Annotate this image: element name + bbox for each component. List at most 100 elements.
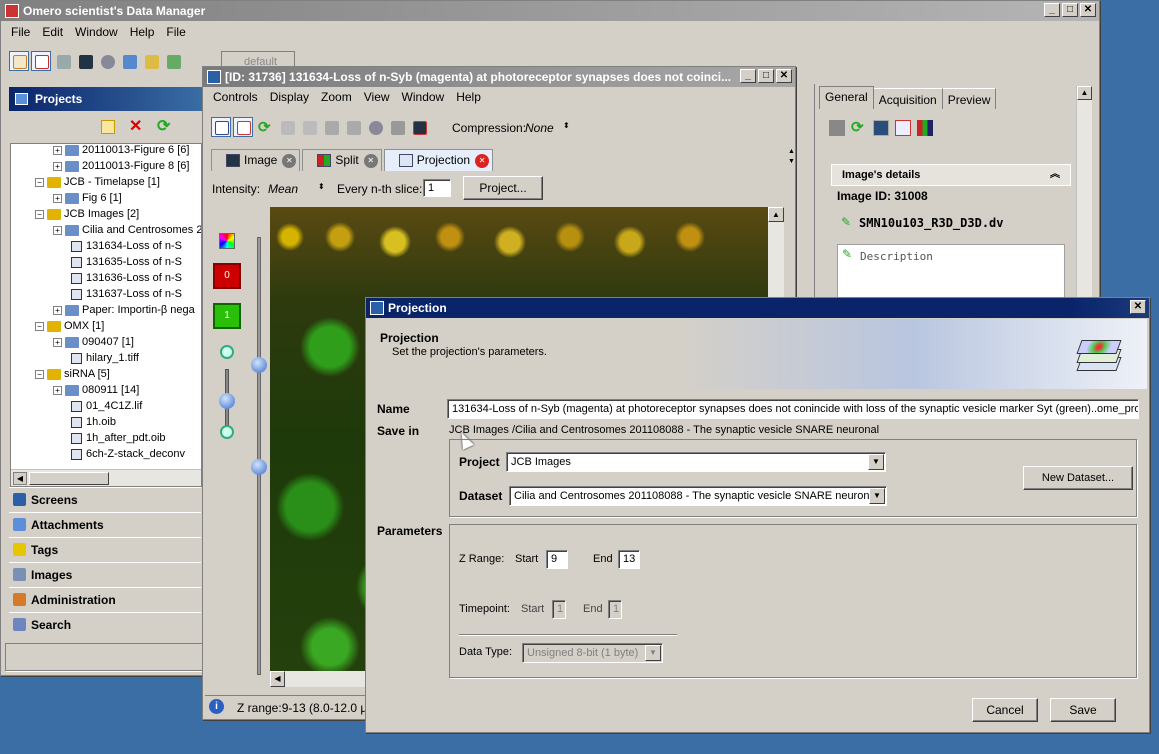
new-dataset-button[interactable]: New Dataset... [1023, 466, 1133, 490]
zoom-slider-thumb[interactable] [219, 393, 235, 409]
paste-icon[interactable] [299, 117, 319, 137]
tree-item-dataset[interactable]: +20110013-Figure 6 [6] [53, 144, 189, 158]
menu-help[interactable]: Help [124, 25, 161, 39]
z-slider[interactable] [257, 237, 261, 675]
close-tab-icon[interactable]: ✕ [475, 154, 490, 168]
tree-hscrollbar[interactable]: ◀ [11, 469, 201, 486]
dataset-select[interactable]: Cilia and Centrosomes 201108088 - The sy… [509, 486, 887, 506]
name-input[interactable]: 131634-Loss of n-Syb (magenta) at photor… [447, 399, 1139, 419]
channels-icon[interactable] [917, 120, 933, 136]
tab-image[interactable]: Image ✕ [211, 149, 301, 171]
metadata-vscrollbar[interactable]: ▲ [1076, 86, 1092, 298]
accordion-administration[interactable]: Administration [9, 587, 201, 611]
hierarchy-icon[interactable] [9, 51, 29, 71]
expand-icon[interactable]: + [53, 337, 62, 347]
collapse-icon[interactable]: − [35, 321, 44, 331]
expand-icon[interactable]: + [53, 225, 62, 235]
menu-window[interactable]: Window [396, 90, 451, 104]
chevron-down-icon[interactable]: ▼ [868, 454, 884, 470]
menu-file[interactable]: File [5, 25, 36, 39]
project-button[interactable]: Project... [463, 176, 543, 200]
import-icon[interactable] [119, 51, 139, 71]
refresh-icon[interactable]: ⟳ [157, 116, 170, 136]
tree-item-image[interactable]: 1h_after_pdt.oib [71, 430, 166, 446]
tree-item-project[interactable]: − OMX [1] [35, 318, 104, 334]
image-details-header[interactable]: Image's details ︽ [831, 164, 1071, 186]
search-icon[interactable] [97, 51, 117, 71]
publish-icon[interactable] [895, 120, 911, 136]
tree-item-image[interactable]: 1h.oib [71, 414, 116, 430]
tree-item-project[interactable]: − JCB - Timelapse [1] [35, 174, 160, 190]
plugin-icon[interactable] [163, 51, 183, 71]
zstart-input[interactable]: 9 [546, 550, 568, 569]
z-slider-top-thumb[interactable] [251, 357, 267, 373]
save-button[interactable]: Save [1050, 698, 1116, 722]
accordion-screens[interactable]: Screens [9, 487, 201, 511]
menu-display[interactable]: Display [264, 90, 315, 104]
menu-controls[interactable]: Controls [207, 90, 264, 104]
tree-item-image[interactable]: 131636-Loss of n-S [71, 270, 182, 286]
scroll-left-icon[interactable]: ◀ [13, 472, 27, 485]
editor-icon[interactable] [233, 117, 253, 137]
compression-select[interactable]: None ⬍ [525, 121, 571, 135]
new-item-icon[interactable] [101, 120, 115, 134]
tab-projection[interactable]: Projection ✕ [383, 149, 494, 171]
collapse-icon[interactable]: − [35, 369, 44, 379]
projects-header[interactable]: Projects [9, 87, 205, 111]
tree-item-dataset[interactable]: +20110013-Figure 8 [6] [53, 158, 189, 174]
maximize-button[interactable]: □ [1062, 3, 1078, 17]
minimize-button[interactable]: _ [1044, 3, 1060, 17]
menu-view[interactable]: View [358, 90, 396, 104]
close-tab-icon[interactable]: ✕ [282, 154, 297, 168]
dialog-titlebar[interactable]: Projection ✕ [366, 298, 1149, 318]
description-box[interactable]: ✎ Description [837, 244, 1065, 298]
collapse-icon[interactable]: − [35, 209, 44, 219]
tree-scroll-thumb[interactable] [29, 472, 109, 485]
cancel-button[interactable]: Cancel [972, 698, 1038, 722]
chevron-down-icon[interactable]: ▼ [869, 488, 885, 504]
tree-item-dataset[interactable]: +090407 [1] [53, 334, 134, 350]
collapse-icon[interactable]: ︽ [1050, 165, 1060, 185]
tab-general[interactable]: General [819, 86, 874, 109]
main-titlebar[interactable]: Omero scientist's Data Manager _ □ ✕ [1, 1, 1099, 21]
scroll-up-icon[interactable]: ▲ [768, 207, 784, 222]
tab-split[interactable]: Split ✕ [302, 149, 382, 171]
viewer-icon[interactable] [75, 51, 95, 71]
menu-help[interactable]: Help [450, 90, 487, 104]
tree-item-image[interactable]: 6ch-Z-stack_deconv [71, 446, 185, 462]
tree-item-image[interactable]: hilary_1.tiff [71, 350, 139, 366]
grid-icon[interactable] [53, 51, 73, 71]
measure-icon[interactable] [387, 117, 407, 137]
tree-item-dataset[interactable]: + Cilia and Centrosomes 2 [53, 222, 201, 238]
snapshot-icon[interactable] [343, 117, 363, 137]
scroll-up-icon[interactable]: ▲ [1077, 86, 1092, 100]
accordion-images[interactable]: Images [9, 562, 201, 586]
tree-item-image[interactable]: 131635-Loss of n-S [71, 254, 182, 270]
delete-icon[interactable]: ✕ [129, 116, 142, 136]
color-picker-icon[interactable] [219, 233, 235, 249]
browser-icon[interactable] [211, 117, 231, 137]
channel-1-button[interactable]: 1 [213, 303, 241, 329]
expand-icon[interactable]: + [53, 385, 62, 395]
wand-icon[interactable] [141, 51, 161, 71]
tree-item-image[interactable]: 131637-Loss of n-S [71, 286, 182, 302]
export-icon[interactable] [409, 117, 429, 137]
nth-slice-input[interactable]: 1 [423, 179, 451, 197]
copy-icon[interactable] [277, 117, 297, 137]
collapse-icon[interactable]: − [35, 177, 44, 187]
tree-item-dataset[interactable]: + Fig 6 [1] [53, 190, 122, 206]
menu-zoom[interactable]: Zoom [315, 90, 358, 104]
expand-icon[interactable]: + [53, 145, 62, 155]
zoom-out-icon[interactable] [220, 425, 234, 439]
tree-item-project[interactable]: − JCB Images [2] [35, 206, 139, 222]
close-button[interactable]: ✕ [1080, 3, 1096, 17]
tree-item-image[interactable]: 131634-Loss of n-S [71, 238, 182, 254]
expand-icon[interactable]: + [53, 193, 62, 203]
zend-input[interactable]: 13 [618, 550, 640, 569]
close-button[interactable]: ✕ [1130, 300, 1146, 314]
tab-preview[interactable]: Preview [942, 88, 997, 109]
z-slider-bottom-thumb[interactable] [251, 459, 267, 475]
channel-0-button[interactable]: 0 [213, 263, 241, 289]
edit-name-icon[interactable]: ✎ [841, 215, 851, 229]
editor-icon[interactable] [31, 51, 51, 71]
